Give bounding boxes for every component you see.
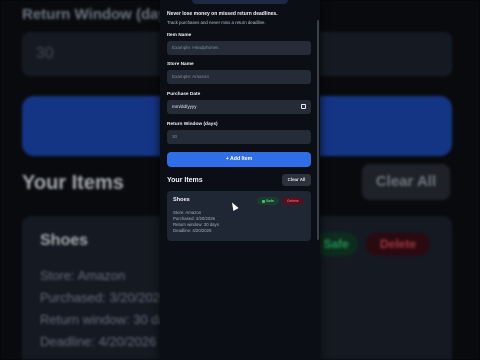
- item-card-deadline: Deadline: 4/20/2026: [173, 228, 212, 233]
- item-name-input[interactable]: Example: Headphones: [167, 41, 311, 55]
- delete-button[interactable]: Delete: [282, 197, 304, 205]
- item-card-store: Store: Amazon: [173, 210, 202, 215]
- safe-badge-label: Safe: [265, 199, 275, 203]
- bg-clear-button: Clear All: [362, 164, 450, 200]
- bg-safe-badge: Safe: [314, 232, 358, 256]
- app-panel: Never lose money on missed return deadli…: [160, 0, 320, 360]
- bg-card-purchased: Purchased: 3/20/2026: [40, 290, 168, 305]
- item-card-title: Shoes: [173, 197, 190, 203]
- calendar-icon[interactable]: [301, 104, 306, 109]
- bg-card-window: Return window: 30 days: [40, 312, 179, 327]
- purchase-date-input[interactable]: mm/dd/yyyy: [167, 100, 311, 114]
- purchase-date-value: mm/dd/yyyy: [172, 104, 197, 109]
- scrollbar[interactable]: [317, 20, 319, 240]
- clear-all-button[interactable]: Clear All: [282, 174, 311, 186]
- bg-items-heading: Your Items: [22, 172, 124, 194]
- bg-card-store: Store: Amazon: [40, 268, 126, 283]
- add-item-button[interactable]: + Add Item: [167, 152, 311, 167]
- items-heading: Your Items: [167, 177, 203, 184]
- header-strip: [192, 0, 288, 4]
- item-card: Shoes Safe Delete Store: Amazon Purchase…: [167, 191, 311, 241]
- check-icon: [261, 199, 265, 203]
- item-name-label: Item Name: [167, 33, 192, 38]
- purchase-date-label: Purchase Date: [167, 92, 201, 97]
- subtagline: Track purchases and never miss a return …: [167, 20, 266, 25]
- item-card-purchased: Purchased: 3/20/2026: [173, 216, 216, 221]
- store-name-input[interactable]: Example: Amazon: [167, 70, 311, 84]
- tagline: Never lose money on missed return deadli…: [167, 11, 278, 17]
- bg-card-title: Shoes: [40, 232, 89, 249]
- item-card-window: Return window: 30 days: [173, 222, 219, 227]
- safe-badge: Safe: [257, 197, 279, 205]
- return-window-input[interactable]: 30: [167, 130, 311, 144]
- store-name-label: Store Name: [167, 62, 194, 67]
- bg-delete-button: Delete: [366, 232, 430, 256]
- bg-card-deadline: Deadline: 4/20/2026: [40, 334, 157, 349]
- return-window-label: Return Window (days): [167, 122, 218, 127]
- bg-window-title: Return Window (days): [22, 6, 181, 23]
